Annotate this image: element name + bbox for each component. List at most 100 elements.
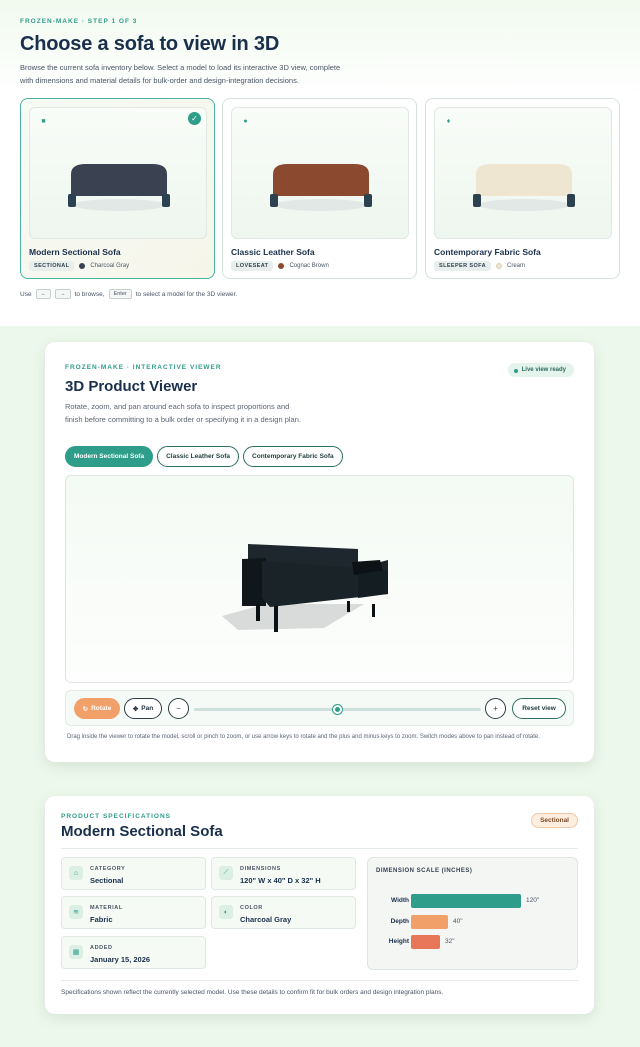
- color-swatch: [495, 263, 502, 269]
- spec-added: ▦ ADDED January 15, 2026: [61, 936, 206, 969]
- specs-title: Modern Sectional Sofa: [61, 823, 223, 840]
- specs-eyebrow: PRODUCT SPECIFICATIONS: [61, 813, 171, 820]
- ruler-icon: ⟋: [219, 866, 233, 880]
- bar-value: 32": [445, 938, 455, 945]
- tab-contemporary-fabric[interactable]: Contemporary Fabric Sofa: [243, 446, 343, 467]
- hint-text: to select a model for the 3D viewer.: [135, 290, 238, 298]
- depth-bar: [411, 915, 448, 929]
- bar-value: 40": [453, 918, 463, 925]
- sofa-thumbnail: ■ ✓: [29, 107, 207, 239]
- bar-row-height: Height 32": [368, 935, 579, 949]
- color-swatch: [278, 263, 285, 269]
- chart-title: DIMENSION SCALE (INCHES): [376, 868, 473, 874]
- sofa-thumbnail: ●: [231, 107, 409, 239]
- spec-color: ◐ COLOR Charcoal Gray: [211, 896, 356, 929]
- left-arrow-key: ←: [35, 289, 52, 299]
- viewer-description: Rotate, zoom, and pan around each sofa t…: [65, 402, 301, 424]
- tab-classic-leather[interactable]: Classic Leather Sofa: [157, 446, 240, 467]
- zoom-in-button[interactable]: +: [485, 698, 506, 719]
- step-eyebrow: FROZEN-MAKE · STEP 1 OF 3: [20, 18, 138, 25]
- model-tabs: Modern Sectional Sofa Classic Leather So…: [65, 446, 343, 467]
- spec-value: Fabric: [90, 915, 113, 924]
- spec-label: CATEGORY: [90, 866, 126, 872]
- card-meta: SECTIONAL Charcoal Gray: [29, 261, 129, 271]
- spec-value: January 15, 2026: [90, 955, 151, 964]
- palette-icon: ◐: [219, 905, 233, 919]
- reset-view-button[interactable]: Reset view: [512, 698, 566, 719]
- viewer-eyebrow: FROZEN-MAKE · INTERACTIVE VIEWER: [65, 364, 222, 371]
- spec-value: 120" W x 40" D x 32" H: [240, 876, 321, 885]
- card-title: Classic Leather Sofa: [231, 247, 315, 257]
- divider: [61, 848, 578, 849]
- intro-text: Browse the current sofa inventory below.…: [20, 63, 341, 85]
- type-tag: SLEEPER SOFA: [434, 261, 491, 271]
- viewer-help-text: Drag inside the viewer to rotate the mod…: [67, 734, 540, 740]
- spec-value: Charcoal Gray: [240, 915, 292, 924]
- width-bar: [411, 894, 521, 908]
- zoom-in-icon: +: [493, 704, 498, 713]
- spec-label: MATERIAL: [90, 905, 123, 911]
- color-name: Charcoal Gray: [90, 263, 130, 269]
- viewer-title: 3D Product Viewer: [65, 378, 198, 395]
- spec-label: ADDED: [90, 945, 113, 951]
- sofa-card-fabric[interactable]: ♦ Contemporary Fabric Sofa SLEEPER SOFA …: [425, 98, 620, 279]
- specs-footer: Specifications shown reflect the current…: [61, 989, 444, 996]
- 3d-viewport[interactable]: [65, 475, 574, 683]
- color-name: Cognac Brown: [289, 263, 329, 269]
- spec-label: COLOR: [240, 905, 263, 911]
- move-icon: ✥: [132, 705, 139, 713]
- pan-button[interactable]: ✥ Pan: [124, 698, 162, 719]
- sofa-illustration: [270, 164, 372, 211]
- keyboard-hint: Use ← → to browse, Enter to select a mod…: [20, 289, 237, 299]
- bar-row-depth: Depth 40": [368, 915, 579, 929]
- spec-label: DIMENSIONS: [240, 866, 281, 872]
- pan-label: Pan: [141, 705, 154, 712]
- sofa-illustration: [473, 164, 575, 211]
- bar-label: Height: [388, 938, 409, 945]
- rotate-button[interactable]: ↻ Rotate: [74, 698, 120, 719]
- hint-text: to browse,: [74, 290, 105, 298]
- card-title: Modern Sectional Sofa: [29, 247, 121, 257]
- spec-value: Sectional: [90, 876, 124, 885]
- rotate-label: Rotate: [91, 705, 112, 712]
- sofa-card-sectional[interactable]: ■ ✓ Modern Sectional Sofa SECTIONAL Char…: [20, 98, 215, 279]
- hint-text: Use: [20, 290, 32, 298]
- spec-material: ≋ MATERIAL Fabric: [61, 896, 206, 929]
- sofa-card-leather[interactable]: ● Classic Leather Sofa LOVESEAT Cognac B…: [222, 98, 417, 279]
- right-arrow-key: →: [55, 289, 71, 299]
- zoom-out-button[interactable]: −: [168, 698, 189, 719]
- card-title: Contemporary Fabric Sofa: [434, 247, 541, 257]
- selection-section: FROZEN-MAKE · STEP 1 OF 3 Choose a sofa …: [0, 0, 640, 326]
- bar-value: 120": [526, 897, 540, 904]
- height-bar: [411, 935, 440, 949]
- type-tag: LOVESEAT: [231, 261, 274, 271]
- enter-key: Enter: [108, 289, 132, 299]
- viewer-panel: FROZEN-MAKE · INTERACTIVE VIEWER 3D Prod…: [45, 342, 594, 762]
- zoom-slider-handle[interactable]: [333, 705, 342, 714]
- card-meta: SLEEPER SOFA Cream: [434, 261, 525, 271]
- spec-dimensions: ⟋ DIMENSIONS 120" W x 40" D x 32" H: [211, 857, 356, 890]
- zoom-out-icon: −: [176, 704, 181, 713]
- tab-modern-sectional[interactable]: Modern Sectional Sofa: [65, 446, 154, 467]
- zoom-slider[interactable]: [194, 705, 481, 714]
- calendar-icon: ▦: [69, 945, 83, 959]
- type-tag: SECTIONAL: [29, 261, 75, 271]
- rotate-icon: ↻: [82, 705, 89, 713]
- color-name: Cream: [506, 263, 525, 269]
- sofa-thumbnail: ♦: [434, 107, 612, 239]
- page-title: Choose a sofa to view in 3D: [20, 33, 280, 55]
- card-meta: LOVESEAT Cognac Brown: [231, 261, 329, 271]
- bar-label: Depth: [390, 918, 409, 925]
- sofa-3d-model: [222, 544, 388, 632]
- sofa-illustration: [68, 164, 170, 211]
- bar-label: Width: [391, 897, 409, 904]
- dimension-scale-chart: DIMENSION SCALE (INCHES) Width 120" Dept…: [367, 857, 578, 970]
- tag-icon: ⌂: [69, 866, 83, 880]
- bar-row-width: Width 120": [368, 894, 579, 908]
- status-badge: Live view ready: [507, 363, 574, 377]
- divider: [61, 980, 578, 981]
- color-swatch: [79, 263, 86, 269]
- specs-panel: PRODUCT SPECIFICATIONS Modern Sectional …: [45, 796, 594, 1014]
- category-badge: Sectional: [531, 813, 578, 828]
- layers-icon: ≋: [69, 905, 83, 919]
